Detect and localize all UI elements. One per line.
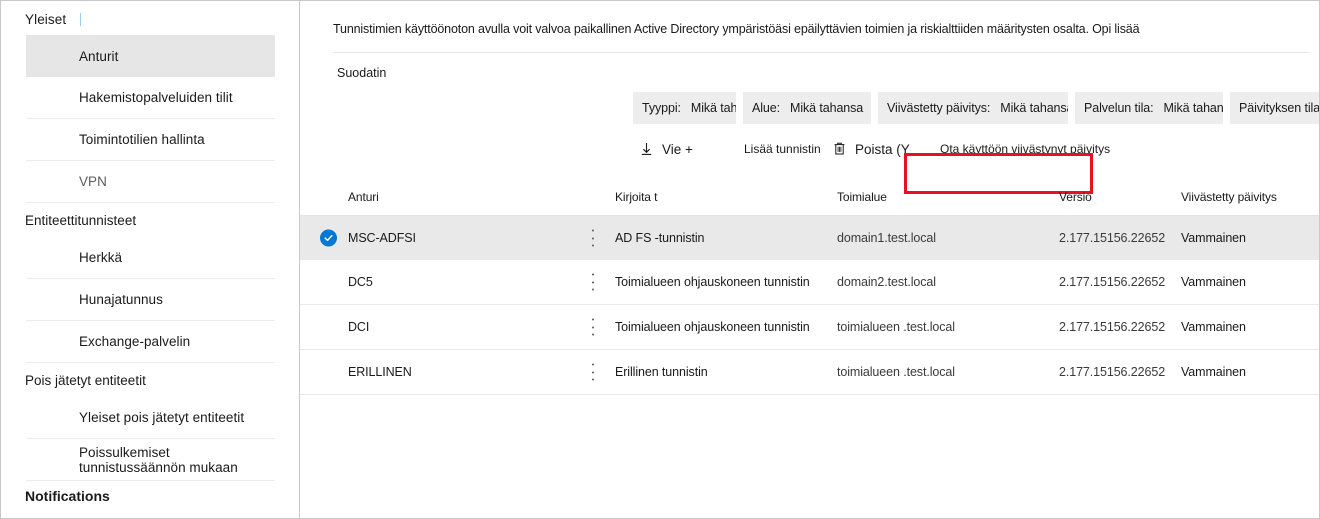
sidebar-item-toimintotilien-hallinta[interactable]: Toimintotilien hallinta <box>26 119 275 161</box>
sidebar-item-hunajatunnus[interactable]: Hunajatunnus <box>26 279 275 321</box>
intro-text-row: Tunnistimien käyttöönoton avulla voit va… <box>300 1 1319 36</box>
sidebar-section-label: Pois jätetyt entiteetit <box>25 373 146 388</box>
enable-delayed-update-button[interactable]: Ota käyttöön viivästynyt päivitys <box>940 142 1110 156</box>
sidebar-item-exchange-palvelin[interactable]: Exchange-palvelin <box>26 321 275 363</box>
table-row[interactable]: ERILLINEN Erillinen tunnistin toimialuee… <box>300 350 1319 395</box>
sidebar-item-label: Poissulkemiset tunnistussäännön mukaan <box>79 444 238 475</box>
text-cursor-icon <box>80 13 82 26</box>
sidebar-group-label: Yleiset <box>25 12 67 27</box>
app-window: Yleiset Anturit Hakemistopalveluiden til… <box>0 0 1320 519</box>
cell-domain: toimialueen .test.local <box>837 365 955 379</box>
sidebar-item-poissulkemiset-tunnistussaannon-mukaan[interactable]: Poissulkemiset tunnistussäännön mukaan <box>26 439 275 481</box>
sidebar-item-vpn[interactable]: VPN <box>26 161 275 203</box>
column-header-toimialue[interactable]: Toimialue <box>837 179 887 215</box>
cell-domain: domain1.test.local <box>837 231 936 245</box>
column-header-versio[interactable]: Versio <box>1059 179 1092 215</box>
cell-domain: domain2.test.local <box>837 275 936 289</box>
cell-domain: toimialueen .test.local <box>837 320 955 334</box>
add-sensor-button[interactable]: Lisää tunnistin <box>744 142 821 156</box>
sidebar-item-herkka[interactable]: Herkkä <box>26 237 275 279</box>
cell-sensor: DC5 <box>348 275 373 289</box>
cell-sensor: DCI <box>348 320 370 334</box>
row-selected-check-icon[interactable] <box>320 229 337 247</box>
sidebar-section-notifications: Notifications <box>1 481 299 504</box>
sidebar-item-label: Herkkä <box>79 250 123 265</box>
sidebar-item-label: Anturit <box>79 48 119 64</box>
filter-section-label: Suodatin <box>337 66 387 80</box>
filter-value: Mikä tahansa <box>790 101 864 115</box>
sidebar-item-anturit[interactable]: Anturit <box>26 35 275 77</box>
row-more-options-icon[interactable] <box>591 229 594 247</box>
cell-delayed-update: Vammainen <box>1181 365 1246 379</box>
filter-pill-alue[interactable]: Alue: Mikä tahansa <box>743 92 871 124</box>
cell-version: 2.177.15156.22652 <box>1059 320 1166 334</box>
filter-value: Mikä tahansa <box>1000 101 1068 115</box>
delete-label: Poista (Y <box>855 142 910 157</box>
filter-key: Tyyppi: <box>642 101 681 115</box>
filter-key: Palvelun tila: <box>1084 101 1154 115</box>
cell-type: Toimialueen ohjauskoneen tunnistin <box>615 275 810 289</box>
sidebar-item-label: Hakemistopalveluiden tilit <box>79 90 233 105</box>
command-toolbar: Vie + Lisää tunnistin Poista (Y Ota käyt… <box>300 133 1319 173</box>
sidebar-section-label: Entiteettitunnisteet <box>25 213 137 228</box>
sidebar-item-hakemistopalveluiden-tilit[interactable]: Hakemistopalveluiden tilit <box>26 77 275 119</box>
table-row[interactable]: MSC-ADFSI AD FS -tunnistin domain1.test.… <box>300 216 1319 260</box>
main-content: Tunnistimien käyttöönoton avulla voit va… <box>300 1 1319 518</box>
filter-key: Alue: <box>752 101 780 115</box>
column-header-anturi[interactable]: Anturi <box>348 179 379 215</box>
export-button[interactable]: Vie + <box>640 142 693 157</box>
trash-icon <box>833 142 848 157</box>
column-header-kirjoita[interactable]: Kirjoita t <box>615 179 657 215</box>
filter-key: Päivityksen tila: <box>1239 101 1319 115</box>
sidebar-item-label: Hunajatunnus <box>79 292 163 307</box>
filter-pill-tyyppi[interactable]: Tyyppi: Mikä tahansa <box>633 92 736 124</box>
filter-pill-viivastetty-paivitys[interactable]: Viivästetty päivitys: Mikä tahansa <box>878 92 1068 124</box>
row-more-options-icon[interactable] <box>591 273 594 291</box>
cell-sensor: ERILLINEN <box>348 365 412 379</box>
filter-pill-paivityksen-tila[interactable]: Päivityksen tila: Mikä tahansa <box>1230 92 1319 124</box>
filter-pill-palvelun-tila[interactable]: Palvelun tila: Mikä tahansa <box>1075 92 1223 124</box>
learn-more-link[interactable]: Opi lisää <box>1092 22 1139 36</box>
filter-key: Viivästetty päivitys: <box>887 101 991 115</box>
sidebar-item-label: Exchange-palvelin <box>79 334 191 349</box>
cell-delayed-update: Vammainen <box>1181 275 1246 289</box>
cell-type: Toimialueen ohjauskoneen tunnistin <box>615 320 810 334</box>
sidebar-item-label: Toimintotilien hallinta <box>79 132 205 147</box>
table-row[interactable]: DC5 Toimialueen ohjauskoneen tunnistin d… <box>300 260 1319 305</box>
cell-version: 2.177.15156.22652 <box>1059 365 1166 379</box>
row-more-options-icon[interactable] <box>591 318 594 336</box>
add-sensor-label: Lisää tunnistin <box>744 142 821 156</box>
filter-value: Mikä tahansa <box>1163 101 1223 115</box>
intro-text: Tunnistimien käyttöönoton avulla voit va… <box>333 22 1089 36</box>
table-row[interactable]: DCI Toimialueen ohjauskoneen tunnistin t… <box>300 305 1319 350</box>
enable-delayed-update-label: Ota käyttöön viivästynyt päivitys <box>940 142 1111 156</box>
sidebar-section-label: Notifications <box>25 488 110 504</box>
sidebar-section-entiteettitunnisteet: Entiteettitunnisteet <box>1 203 299 237</box>
sidebar-item-label: Yleiset pois jätetyt entiteetit <box>79 410 245 425</box>
column-header-viivastetty-paivitys[interactable]: Viivästetty päivitys <box>1181 179 1277 215</box>
row-more-options-icon[interactable] <box>591 363 594 381</box>
filter-value: Mikä tahansa <box>690 101 736 115</box>
cell-delayed-update: Vammainen <box>1181 320 1246 334</box>
export-label: Vie + <box>662 142 693 157</box>
cell-type: AD FS -tunnistin <box>615 231 705 245</box>
sidebar-item-yleiset-pois-jatetyt-entiteetit[interactable]: Yleiset pois jätetyt entiteetit <box>26 397 275 439</box>
table-header-row: Anturi Kirjoita t Toimialue Versio Viivä… <box>300 179 1319 216</box>
cell-type: Erillinen tunnistin <box>615 365 708 379</box>
sidebar: Yleiset Anturit Hakemistopalveluiden til… <box>1 1 300 518</box>
cell-delayed-update: Vammainen <box>1181 231 1246 245</box>
delete-button[interactable]: Poista (Y <box>833 142 910 157</box>
sidebar-section-pois-jatetyt-entiteetit: Pois jätetyt entiteetit <box>1 363 299 397</box>
sensors-table: Anturi Kirjoita t Toimialue Versio Viivä… <box>300 179 1319 395</box>
cell-version: 2.177.15156.22652 <box>1059 231 1166 245</box>
sidebar-group-yleiset: Yleiset <box>1 1 299 35</box>
cell-version: 2.177.15156.22652 <box>1059 275 1166 289</box>
filter-pill-row: Tyyppi: Mikä tahansa Alue: Mikä tahansa … <box>300 92 1319 124</box>
download-arrow-icon <box>640 142 655 157</box>
cell-sensor: MSC-ADFSI <box>348 231 416 245</box>
sidebar-item-label: VPN <box>79 174 107 189</box>
